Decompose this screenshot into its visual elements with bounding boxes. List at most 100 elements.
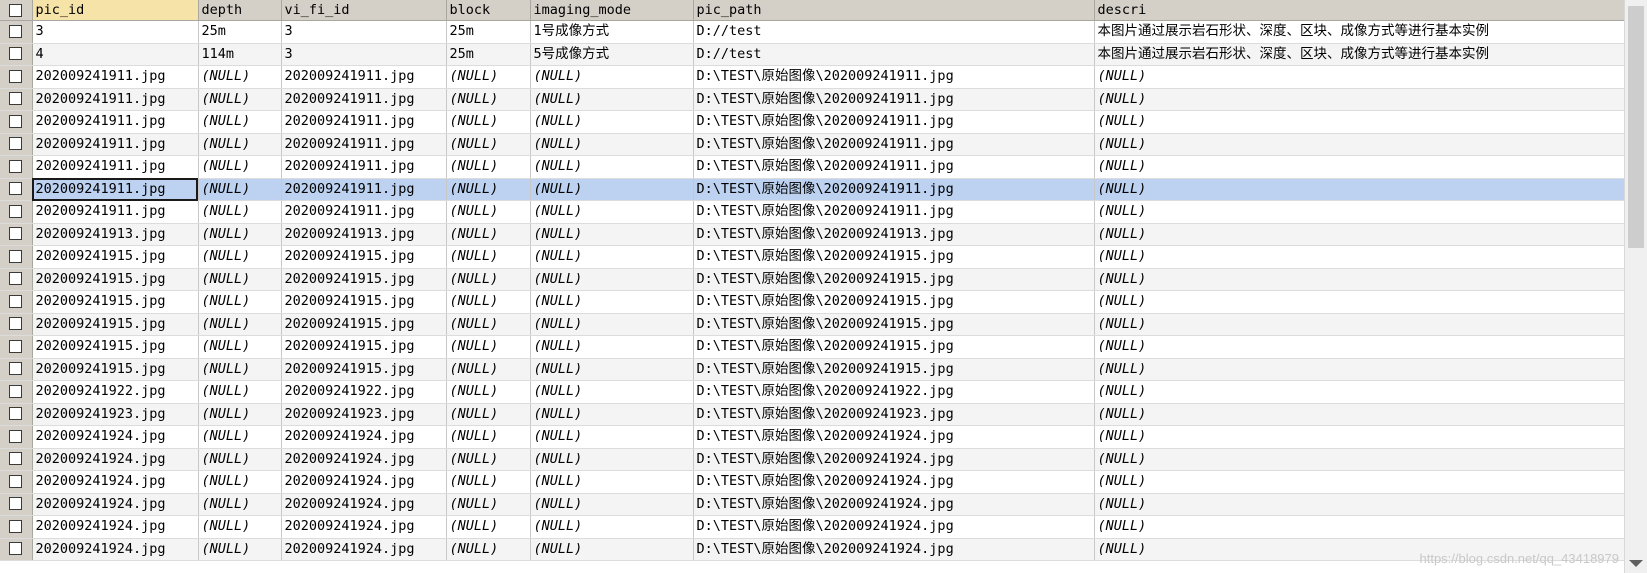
cell-vi-fi-id[interactable]: 202009241924.jpg: [281, 515, 447, 539]
cell-pic-id[interactable]: 202009241911.jpg: [32, 200, 199, 224]
cell-pic-id[interactable]: 202009241924.jpg: [32, 470, 199, 494]
cell-descri[interactable]: (NULL): [1094, 313, 1625, 336]
cell-pic-path[interactable]: D:\TEST\原始图像\202009241911.jpg: [693, 178, 1095, 201]
row-checkbox[interactable]: [0, 223, 33, 246]
cell-imaging-mode[interactable]: (NULL): [530, 290, 694, 314]
cell-descri[interactable]: (NULL): [1094, 515, 1625, 539]
cell-pic-path[interactable]: D:\TEST\原始图像\202009241911.jpg: [693, 155, 1095, 179]
table-row[interactable]: 4 114m 3 25m 5号成像方式 D://test 本图片通过展示岩石形状、深度、区块…: [0, 43, 1625, 66]
cell-pic-path[interactable]: D:\TEST\原始图像\202009241915.jpg: [693, 268, 1095, 291]
cell-depth[interactable]: (NULL): [198, 403, 282, 426]
cell-depth[interactable]: (NULL): [198, 155, 282, 179]
row-checkbox[interactable]: [0, 65, 33, 89]
table-row[interactable]: 202009241915.jpg (NULL) 202009241915.jpg (N…: [0, 290, 1625, 314]
cell-block[interactable]: (NULL): [446, 493, 531, 516]
cell-vi-fi-id[interactable]: 202009241911.jpg: [281, 133, 447, 156]
cell-pic-id[interactable]: 202009241911.jpg: [32, 88, 199, 111]
row-checkbox[interactable]: [0, 313, 33, 336]
cell-descri[interactable]: (NULL): [1094, 200, 1625, 224]
cell-imaging-mode[interactable]: (NULL): [530, 88, 694, 111]
table-row[interactable]: 202009241923.jpg (NULL) 202009241923.jpg (N…: [0, 403, 1625, 426]
cell-block[interactable]: (NULL): [446, 515, 531, 539]
cell-vi-fi-id[interactable]: 202009241911.jpg: [281, 110, 447, 134]
cell-descri[interactable]: (NULL): [1094, 290, 1625, 314]
cell-block[interactable]: (NULL): [446, 223, 531, 246]
cell-pic-path[interactable]: D:\TEST\原始图像\202009241911.jpg: [693, 65, 1095, 89]
cell-depth[interactable]: (NULL): [198, 448, 282, 471]
cell-vi-fi-id[interactable]: 202009241913.jpg: [281, 223, 447, 246]
table-row[interactable]: 202009241911.jpg (NULL) 202009241911.jpg (N…: [0, 200, 1625, 224]
row-checkbox[interactable]: [0, 538, 33, 561]
row-checkbox[interactable]: [0, 448, 33, 471]
row-checkbox[interactable]: [0, 335, 33, 359]
cell-vi-fi-id[interactable]: 202009241923.jpg: [281, 403, 447, 426]
cell-depth[interactable]: (NULL): [198, 110, 282, 134]
cell-pic-id[interactable]: 202009241911.jpg: [32, 155, 199, 179]
row-checkbox[interactable]: [0, 290, 33, 314]
row-checkbox[interactable]: [0, 403, 33, 426]
cell-depth[interactable]: (NULL): [198, 290, 282, 314]
table-row[interactable]: 202009241924.jpg (NULL) 202009241924.jpg (N…: [0, 538, 1625, 561]
table-row[interactable]: 202009241924.jpg (NULL) 202009241924.jpg (N…: [0, 493, 1625, 516]
column-header-vi-fi-id[interactable]: vi_fi_id: [281, 0, 447, 21]
cell-imaging-mode[interactable]: (NULL): [530, 380, 694, 404]
cell-depth[interactable]: (NULL): [198, 88, 282, 111]
cell-depth[interactable]: (NULL): [198, 335, 282, 359]
cell-pic-path[interactable]: D:\TEST\原始图像\202009241915.jpg: [693, 245, 1095, 269]
cell-descri[interactable]: (NULL): [1094, 65, 1625, 89]
cell-depth[interactable]: (NULL): [198, 425, 282, 449]
cell-descri[interactable]: (NULL): [1094, 178, 1625, 201]
table-row[interactable]: 202009241911.jpg (NULL) 202009241911.jpg (N…: [0, 133, 1625, 156]
cell-vi-fi-id[interactable]: 202009241924.jpg: [281, 538, 447, 561]
cell-block[interactable]: (NULL): [446, 380, 531, 404]
cell-imaging-mode[interactable]: 5号成像方式: [530, 43, 694, 66]
cell-pic-path[interactable]: D:\TEST\原始图像\202009241915.jpg: [693, 358, 1095, 381]
cell-vi-fi-id[interactable]: 202009241924.jpg: [281, 448, 447, 471]
cell-depth[interactable]: 25m: [198, 20, 282, 44]
cell-pic-path[interactable]: D:\TEST\原始图像\202009241911.jpg: [693, 133, 1095, 156]
table-row[interactable]: 202009241924.jpg (NULL) 202009241924.jpg (N…: [0, 515, 1625, 539]
cell-imaging-mode[interactable]: (NULL): [530, 515, 694, 539]
cell-descri[interactable]: (NULL): [1094, 133, 1625, 156]
cell-block[interactable]: (NULL): [446, 65, 531, 89]
row-checkbox[interactable]: [0, 133, 33, 156]
cell-vi-fi-id[interactable]: 202009241911.jpg: [281, 155, 447, 179]
cell-descri[interactable]: (NULL): [1094, 223, 1625, 246]
vertical-scrollbar[interactable]: [1624, 0, 1647, 573]
cell-descri[interactable]: (NULL): [1094, 155, 1625, 179]
cell-block[interactable]: (NULL): [446, 335, 531, 359]
cell-imaging-mode[interactable]: (NULL): [530, 268, 694, 291]
cell-vi-fi-id[interactable]: 202009241924.jpg: [281, 470, 447, 494]
cell-descri[interactable]: (NULL): [1094, 335, 1625, 359]
column-header-depth[interactable]: depth: [198, 0, 282, 21]
table-row[interactable]: 202009241911.jpg (NULL) 202009241911.jpg (N…: [0, 155, 1625, 179]
cell-depth[interactable]: (NULL): [198, 515, 282, 539]
cell-pic-id[interactable]: 202009241913.jpg: [32, 223, 199, 246]
cell-pic-id[interactable]: 202009241911.jpg: [32, 133, 199, 156]
cell-pic-id[interactable]: 3: [32, 20, 199, 44]
cell-block[interactable]: (NULL): [446, 133, 531, 156]
column-header-pic-id[interactable]: pic_id: [32, 0, 199, 21]
cell-imaging-mode[interactable]: (NULL): [530, 335, 694, 359]
cell-depth[interactable]: (NULL): [198, 380, 282, 404]
cell-pic-path[interactable]: D:\TEST\原始图像\202009241911.jpg: [693, 110, 1095, 134]
table-row[interactable]: 202009241911.jpg (NULL) 202009241911.jpg (N…: [0, 178, 1625, 201]
cell-pic-id[interactable]: 202009241924.jpg: [32, 538, 199, 561]
cell-vi-fi-id[interactable]: 202009241915.jpg: [281, 245, 447, 269]
cell-pic-path[interactable]: D:\TEST\原始图像\202009241911.jpg: [693, 200, 1095, 224]
cell-block[interactable]: (NULL): [446, 155, 531, 179]
cell-pic-path[interactable]: D:\TEST\原始图像\202009241924.jpg: [693, 538, 1095, 561]
cell-vi-fi-id[interactable]: 202009241915.jpg: [281, 290, 447, 314]
cell-imaging-mode[interactable]: (NULL): [530, 110, 694, 134]
table-row[interactable]: 202009241911.jpg (NULL) 202009241911.jpg (N…: [0, 65, 1625, 89]
row-checkbox[interactable]: [0, 110, 33, 134]
cell-imaging-mode[interactable]: (NULL): [530, 155, 694, 179]
cell-descri[interactable]: (NULL): [1094, 110, 1625, 134]
table-row[interactable]: 202009241915.jpg (NULL) 202009241915.jpg (N…: [0, 313, 1625, 336]
cell-pic-id[interactable]: 202009241923.jpg: [32, 403, 199, 426]
cell-pic-id[interactable]: 202009241922.jpg: [32, 380, 199, 404]
cell-depth[interactable]: 114m: [198, 43, 282, 66]
cell-block[interactable]: (NULL): [446, 538, 531, 561]
cell-depth[interactable]: (NULL): [198, 245, 282, 269]
cell-pic-id[interactable]: 4: [32, 43, 199, 66]
